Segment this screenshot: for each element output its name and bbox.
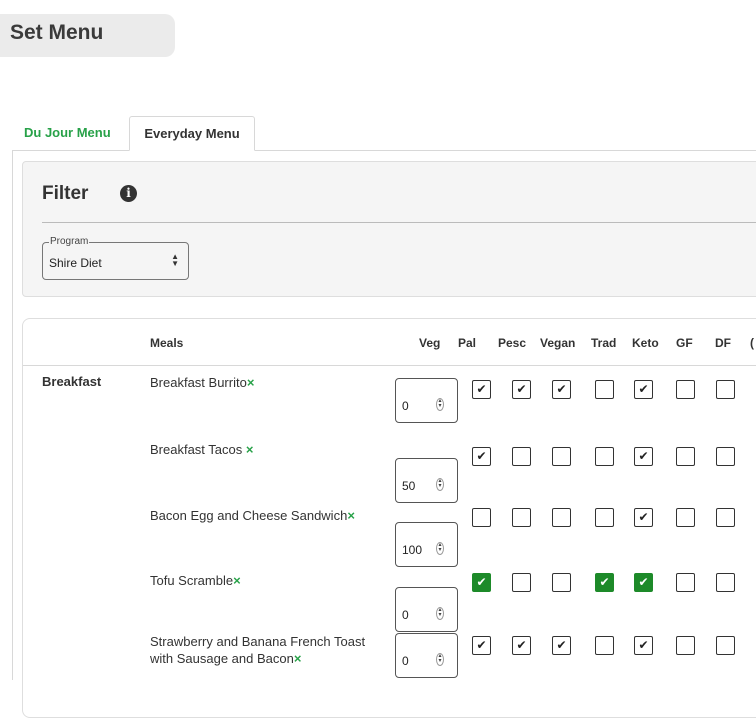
diet-checkbox-pal[interactable] — [472, 508, 491, 527]
menu-tabs: Du Jour Menu Everyday Menu — [12, 116, 756, 151]
veg-quantity-input[interactable]: 50 ▴ ▾ — [395, 458, 458, 503]
meal-name-text: Breakfast Tacos — [150, 442, 246, 457]
stepper-icon[interactable]: ▴ ▾ — [436, 542, 444, 555]
diet-checkbox-pesc[interactable] — [512, 447, 531, 466]
diet-checkbox-pal[interactable]: ✔ — [472, 380, 491, 399]
program-label: Program — [49, 236, 90, 247]
remove-meal-icon[interactable]: × — [247, 375, 255, 390]
header-divider — [23, 365, 756, 366]
diet-checkbox-trad[interactable] — [595, 447, 614, 466]
column-header-veg: Veg — [419, 336, 441, 350]
meal-name-text: Tofu Scramble — [150, 573, 234, 588]
info-icon[interactable]: i — [120, 185, 137, 202]
diet-checkbox-gf[interactable] — [676, 380, 695, 399]
veg-quantity-input[interactable]: 0 ▴ ▾ — [395, 633, 458, 678]
meal-name: Bacon Egg and Cheese Sandwich× — [150, 507, 390, 524]
veg-quantity-input[interactable]: 100 ▴ ▾ — [395, 522, 458, 567]
diet-checkbox-pal[interactable]: ✔ — [472, 636, 491, 655]
stepper-icon[interactable]: ▴ ▾ — [436, 607, 444, 620]
diet-checkbox-pesc[interactable]: ✔ — [512, 636, 531, 655]
remove-meal-icon[interactable]: × — [294, 651, 302, 666]
diet-checkbox-pesc[interactable] — [512, 573, 531, 592]
meal-name: Breakfast Tacos × — [150, 441, 390, 458]
filter-divider — [42, 222, 756, 223]
program-select[interactable]: Program Shire Diet ▲ ▼ — [42, 236, 189, 280]
veg-value: 0 — [402, 654, 409, 668]
veg-value: 0 — [402, 399, 409, 413]
tab-everyday-menu[interactable]: Everyday Menu — [129, 116, 255, 151]
content-border — [12, 151, 13, 680]
diet-checkbox-vegan[interactable] — [552, 508, 571, 527]
veg-value: 100 — [402, 543, 423, 557]
column-header-pesc: Pesc — [498, 336, 527, 350]
column-header-pal: Pal — [458, 336, 477, 350]
diet-checkbox-df[interactable] — [716, 380, 735, 399]
diet-checkbox-pesc[interactable]: ✔ — [512, 380, 531, 399]
diet-checkbox-keto[interactable]: ✔ — [634, 573, 653, 592]
diet-checkbox-trad[interactable] — [595, 636, 614, 655]
tab-du-jour-menu[interactable]: Du Jour Menu — [24, 116, 111, 151]
section-label-breakfast: Breakfast — [42, 374, 102, 389]
column-header-gf: GF — [676, 336, 693, 350]
column-header-meals: Meals — [150, 336, 184, 350]
column-header-vegan: Vegan — [540, 336, 576, 350]
meal-name: Strawberry and Banana French Toast with … — [150, 633, 390, 667]
meal-name: Tofu Scramble× — [150, 572, 390, 589]
tab-baseline — [12, 150, 756, 151]
diet-checkbox-gf[interactable] — [676, 636, 695, 655]
select-arrows-icon: ▲ ▼ — [171, 252, 179, 268]
remove-meal-icon[interactable]: × — [233, 573, 241, 588]
veg-quantity-input[interactable]: 0 ▴ ▾ — [395, 587, 458, 632]
remove-meal-icon[interactable]: × — [246, 442, 254, 457]
diet-checkbox-df[interactable] — [716, 573, 735, 592]
diet-checkbox-pesc[interactable] — [512, 508, 531, 527]
diet-checkbox-keto[interactable]: ✔ — [634, 380, 653, 399]
meal-name-text: Bacon Egg and Cheese Sandwich — [150, 508, 348, 523]
diet-checkbox-trad[interactable]: ✔ — [595, 573, 614, 592]
stepper-icon[interactable]: ▴ ▾ — [436, 398, 444, 411]
column-header-: ( — [750, 336, 754, 350]
diet-checkbox-df[interactable] — [716, 636, 735, 655]
diet-checkbox-pal[interactable]: ✔ — [472, 573, 491, 592]
page-title: Set Menu — [10, 21, 104, 44]
meal-name: Breakfast Burrito× — [150, 374, 390, 391]
column-header-df: DF — [715, 336, 731, 350]
stepper-icon[interactable]: ▴ ▾ — [436, 478, 444, 491]
column-header-trad: Trad — [591, 336, 617, 350]
filter-title: Filter — [42, 183, 89, 204]
diet-checkbox-vegan[interactable]: ✔ — [552, 380, 571, 399]
program-value: Shire Diet — [49, 256, 102, 270]
diet-checkbox-vegan[interactable]: ✔ — [552, 636, 571, 655]
meal-name-text: Strawberry and Banana French Toast with … — [150, 634, 366, 666]
remove-meal-icon[interactable]: × — [347, 508, 355, 523]
filter-panel: Filter i Program Shire Diet ▲ ▼ — [22, 161, 756, 297]
veg-quantity-input[interactable]: 0 ▴ ▾ — [395, 378, 458, 423]
column-header-keto: Keto — [632, 336, 659, 350]
veg-value: 50 — [402, 479, 416, 493]
stepper-icon[interactable]: ▴ ▾ — [436, 653, 444, 666]
diet-checkbox-trad[interactable] — [595, 380, 614, 399]
veg-value: 0 — [402, 608, 409, 622]
diet-checkbox-vegan[interactable] — [552, 573, 571, 592]
diet-checkbox-vegan[interactable] — [552, 447, 571, 466]
diet-checkbox-trad[interactable] — [595, 508, 614, 527]
diet-checkbox-keto[interactable]: ✔ — [634, 447, 653, 466]
diet-checkbox-gf[interactable] — [676, 573, 695, 592]
diet-checkbox-pal[interactable]: ✔ — [472, 447, 491, 466]
diet-checkbox-keto[interactable]: ✔ — [634, 508, 653, 527]
diet-checkbox-df[interactable] — [716, 447, 735, 466]
meal-name-text: Breakfast Burrito — [150, 375, 247, 390]
diet-checkbox-df[interactable] — [716, 508, 735, 527]
diet-checkbox-gf[interactable] — [676, 447, 695, 466]
diet-checkbox-gf[interactable] — [676, 508, 695, 527]
diet-checkbox-keto[interactable]: ✔ — [634, 636, 653, 655]
